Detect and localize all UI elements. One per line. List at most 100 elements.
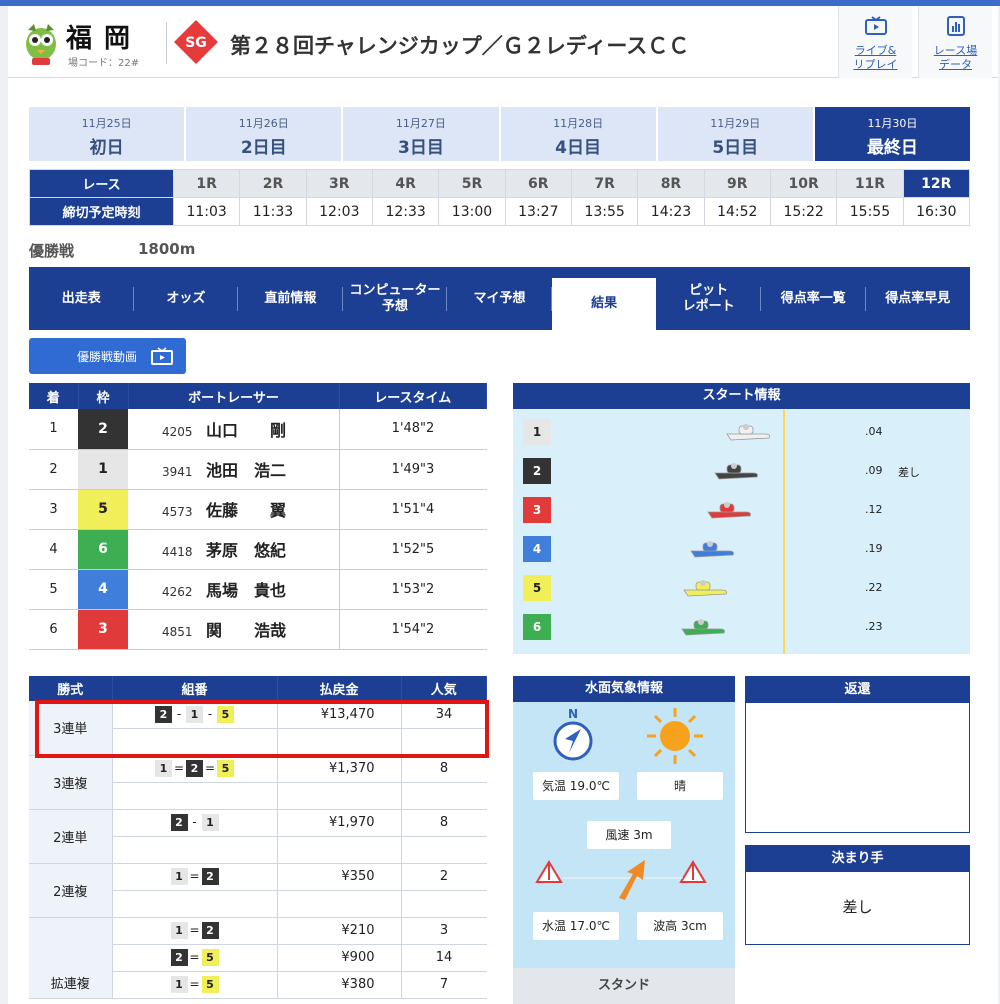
- amount-cell: ¥350: [277, 863, 402, 891]
- combo-separator: =: [189, 977, 200, 991]
- race-grade: 優勝戦: [29, 242, 75, 260]
- start-info-title: スタート情報: [513, 383, 970, 409]
- combo-cell: 1 = 5: [112, 971, 278, 999]
- col-combo: 組番: [112, 676, 278, 701]
- racer-cell: 4262 馬場 貴也: [128, 569, 340, 610]
- day-tab-final[interactable]: 11月30日 最終日: [814, 107, 971, 161]
- race-tab-5[interactable]: 5R: [438, 169, 506, 198]
- info-tab-7[interactable]: ピット レポート: [656, 267, 761, 330]
- race-tab-11[interactable]: 11R: [836, 169, 904, 198]
- racer-name[interactable]: 馬場 貴也: [206, 577, 286, 601]
- result-row: 1 2 4205 山口 剛 1'48"2: [29, 409, 487, 450]
- race-tab-10[interactable]: 10R: [769, 169, 838, 198]
- race-tab-12[interactable]: 12R: [902, 169, 971, 198]
- racer-name[interactable]: 佐藤 翼: [206, 497, 286, 521]
- deadline-time-8: 14:23: [637, 197, 705, 226]
- racer-name[interactable]: 茅原 悠紀: [206, 537, 286, 561]
- day-tab-5[interactable]: 11月29日 5日目: [657, 107, 813, 161]
- deadline-time-7: 13:55: [570, 197, 639, 226]
- combo-separator: =: [204, 761, 216, 775]
- venue-data-button[interactable]: レース場 データ: [918, 6, 992, 78]
- start-lane-badge: 4: [523, 536, 551, 562]
- race-tab-1[interactable]: 1R: [172, 169, 241, 198]
- bet-kind: 2連単: [29, 809, 113, 864]
- svg-text:N: N: [568, 707, 578, 721]
- info-tab-2[interactable]: オッズ: [134, 267, 239, 330]
- wind-speed: 風速 3m: [587, 821, 671, 849]
- deadline-time-2: 11:33: [239, 197, 307, 226]
- deadline-time-5: 13:00: [438, 197, 506, 226]
- combo-cell: 1 = 2 = 5: [112, 755, 278, 783]
- race-tab-9[interactable]: 9R: [703, 169, 771, 198]
- race-tab-4[interactable]: 4R: [371, 169, 440, 198]
- race-header: レース: [29, 169, 174, 198]
- popularity-cell: 8: [401, 809, 487, 837]
- time-cell: 1'51"4: [339, 489, 487, 530]
- grade-badge: SG: [174, 20, 218, 64]
- combo-separator: =: [189, 950, 200, 964]
- refund-title: 返還: [746, 677, 969, 703]
- combo-cell: 2 = 5: [112, 944, 278, 972]
- rank-cell: 3: [29, 489, 78, 530]
- racer-name[interactable]: 池田 浩二: [206, 457, 286, 481]
- combo-boat: 1: [170, 922, 188, 939]
- combo-boat: 2: [201, 922, 219, 939]
- day-tab-3[interactable]: 11月27日 3日目: [343, 107, 499, 161]
- day-tab-4[interactable]: 11月28日 4日目: [500, 107, 656, 161]
- race-tab-3[interactable]: 3R: [305, 169, 373, 198]
- final-video-button[interactable]: 優勝戦動画: [29, 338, 186, 374]
- info-tab-1[interactable]: 出走表: [29, 267, 134, 330]
- kimarite-panel: 決まり手 差し: [745, 845, 970, 945]
- race-tab-2[interactable]: 2R: [239, 169, 307, 198]
- weather-title: 水面気象情報: [513, 676, 735, 702]
- venue-name: 福岡: [66, 24, 143, 54]
- racer-cell: 3941 池田 浩二: [128, 449, 340, 490]
- live-replay-button[interactable]: ライブ& リプレイ: [838, 6, 912, 78]
- amount-cell: ¥1,370: [277, 755, 402, 783]
- combo-boat: 2: [170, 949, 188, 966]
- col-kind: 勝式: [29, 676, 113, 701]
- combo-separator: =: [173, 761, 185, 775]
- day-tab-1[interactable]: 11月25日 初日: [29, 107, 185, 161]
- racer-name[interactable]: 関 浩哉: [206, 617, 286, 641]
- frame-cell: 2: [78, 409, 128, 450]
- start-lane-badge: 5: [523, 575, 551, 601]
- boat-icon: [726, 424, 771, 441]
- combo-boat: 2: [186, 760, 203, 777]
- info-tab-6[interactable]: 結果: [551, 278, 657, 330]
- stand-label: スタンド: [513, 968, 735, 1004]
- deadline-time-6: 13:27: [504, 197, 572, 226]
- payout-row: 2連単 2-1 ¥1,970 8: [29, 809, 487, 864]
- bet-kind: 3連複: [29, 755, 113, 810]
- racer-cell: 4573 佐藤 翼: [128, 489, 340, 530]
- day-tab-2[interactable]: 11月26日 2日目: [186, 107, 342, 161]
- race-tab-7[interactable]: 7R: [570, 169, 639, 198]
- race-title: 第２８回チャレンジカップ／Ｇ２レディースＣＣ: [230, 34, 690, 58]
- result-row: 5 4 4262 馬場 貴也 1'53"2: [29, 569, 487, 610]
- racer-number: 4262: [162, 585, 193, 599]
- kimarite-title: 決まり手: [746, 846, 969, 872]
- day-tabs: 11月25日 初日 11月26日 2日目 11月27日 3日目 11月28日 4日目 1…: [29, 107, 971, 161]
- combo-cell: 2-1: [112, 809, 278, 837]
- race-select-table: レース 1R 2R 3R 4R 5R 6R 7R 8R 9R 10R 11R 12R 締切予定時刻 11:…: [29, 169, 971, 226]
- boat-icon: [707, 502, 752, 519]
- svg-text:SG: SG: [185, 35, 207, 51]
- result-row: 4 6 4418 茅原 悠紀 1'52"5: [29, 529, 487, 570]
- start-lane-badge: 6: [523, 614, 551, 640]
- start-lane-badge: 1: [523, 419, 551, 445]
- race-tab-8[interactable]: 8R: [637, 169, 705, 198]
- combo-cell: 1 = 2: [112, 863, 278, 891]
- info-tab-8[interactable]: 得点率一覧: [761, 267, 866, 330]
- racer-name[interactable]: 山口 剛: [206, 417, 286, 441]
- popularity-cell: 7: [401, 971, 487, 999]
- result-table: 着 枠 ボートレーサー レースタイム 1 2 4205 山口 剛 1'48"2 2 1 394…: [29, 383, 487, 650]
- info-tab-5[interactable]: マイ予想: [447, 267, 552, 330]
- rank-cell: 5: [29, 569, 78, 610]
- info-tab-4[interactable]: コンピューター 予想: [343, 267, 448, 330]
- chart-icon: [946, 16, 965, 36]
- info-tab-3[interactable]: 直前情報: [238, 267, 343, 330]
- tv-icon: [151, 347, 174, 365]
- info-tab-9[interactable]: 得点率早見: [866, 267, 971, 330]
- race-tab-6[interactable]: 6R: [504, 169, 572, 198]
- combo-boat: 5: [201, 976, 219, 993]
